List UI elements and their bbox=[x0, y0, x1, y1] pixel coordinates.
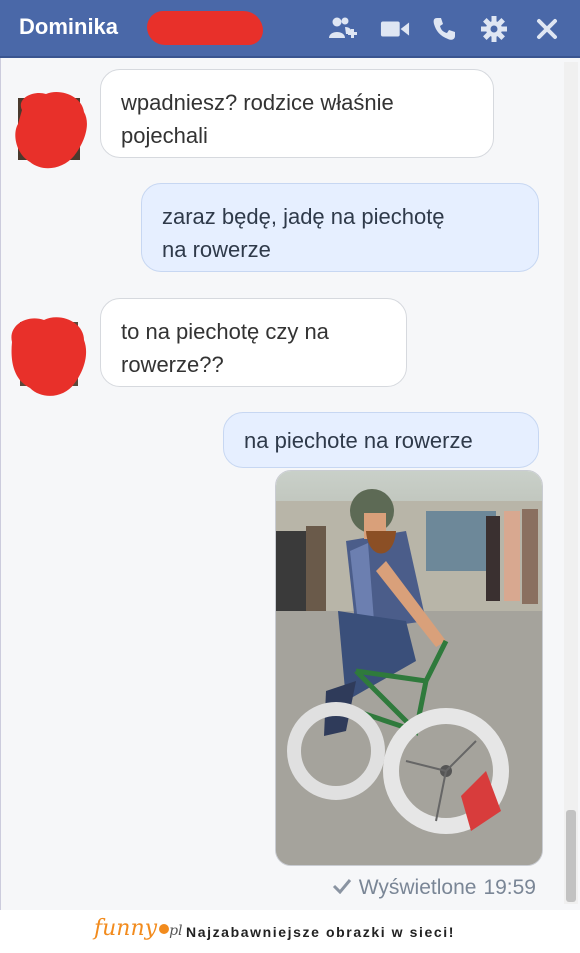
redaction-scribble bbox=[147, 11, 263, 45]
message-text: pojechali bbox=[121, 123, 208, 148]
contact-name[interactable]: Dominika bbox=[19, 14, 118, 40]
photo-attachment[interactable] bbox=[275, 470, 543, 866]
add-people-icon[interactable] bbox=[328, 14, 358, 44]
seen-status: Wyświetlone 19:59 bbox=[332, 876, 536, 900]
avatar[interactable] bbox=[12, 90, 87, 169]
seen-label: Wyświetlone bbox=[358, 876, 477, 899]
video-call-icon[interactable] bbox=[380, 14, 410, 44]
logo-suffix: pl bbox=[169, 923, 183, 939]
avatar[interactable] bbox=[8, 312, 87, 396]
logo-dot-icon bbox=[159, 924, 170, 934]
watermark-tagline: Najzabawniejsze obrazki w sieci! bbox=[186, 924, 456, 940]
logo-text: funny bbox=[94, 916, 158, 941]
scrollbar-track[interactable] bbox=[564, 62, 578, 904]
message-bubble-outgoing[interactable]: na piechote na rowerze bbox=[223, 412, 539, 468]
site-logo: funny pl bbox=[94, 916, 183, 941]
phone-icon[interactable] bbox=[429, 14, 459, 44]
seen-time: 19:59 bbox=[483, 876, 536, 899]
message-bubble-outgoing[interactable]: zaraz będę, jadę na piechotę na rowerze bbox=[141, 183, 539, 272]
message-text: wpadniesz? rodzice właśnie bbox=[121, 90, 394, 115]
message-text: na piechote na rowerze bbox=[244, 428, 473, 453]
chat-title-bar: Dominika bbox=[0, 0, 580, 58]
message-bubble-incoming[interactable]: to na piechotę czy na rowerze?? bbox=[100, 298, 407, 387]
message-bubble-incoming[interactable]: wpadniesz? rodzice właśnie pojechali bbox=[100, 69, 494, 158]
message-text: rowerze?? bbox=[121, 352, 224, 377]
message-text: to na piechotę czy na bbox=[121, 319, 329, 344]
gear-icon[interactable] bbox=[479, 14, 509, 44]
message-text: zaraz będę, jadę na piechotę bbox=[162, 204, 445, 229]
photo-bearded-man-on-bicycle-with-shoes-wheels bbox=[276, 471, 542, 865]
checkmark-icon bbox=[332, 876, 352, 900]
scrollbar-thumb[interactable] bbox=[566, 810, 576, 902]
close-icon[interactable] bbox=[532, 14, 562, 44]
message-text: na rowerze bbox=[162, 237, 271, 262]
